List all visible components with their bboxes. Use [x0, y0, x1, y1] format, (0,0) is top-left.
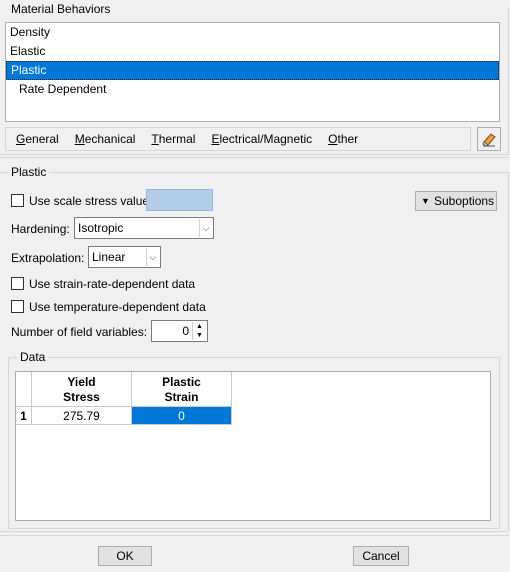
plastic-title: Plastic — [8, 165, 50, 179]
row-header-corner — [16, 372, 32, 407]
ok-button[interactable]: OK — [98, 546, 152, 566]
column-header-yield-stress[interactable]: Yield Stress — [32, 372, 132, 407]
list-item-elastic[interactable]: Elastic — [6, 42, 499, 61]
hardening-label: Hardening: — [11, 222, 70, 236]
cancel-button[interactable]: Cancel — [353, 546, 409, 566]
field-variables-stepper[interactable]: 0 ▲ ▼ — [151, 320, 208, 342]
eraser-icon — [482, 133, 496, 147]
extrapolation-label: Extrapolation: — [11, 251, 85, 265]
cell-yield-stress[interactable]: 275.79 — [32, 407, 132, 425]
chevron-down-icon: ⌵ — [146, 248, 159, 266]
separator-top — [0, 157, 510, 158]
triangle-down-icon: ▼ — [421, 196, 430, 206]
data-title: Data — [17, 350, 49, 364]
hardening-select[interactable]: Isotropic ⌵ — [74, 217, 214, 239]
list-item-density[interactable]: Density — [6, 23, 499, 42]
chevron-down-icon: ⌵ — [199, 219, 212, 237]
spin-down-icon[interactable]: ▼ — [192, 331, 206, 340]
menu-electrical-magnetic[interactable]: Electrical/Magnetic — [211, 128, 312, 150]
strain-rate-label: Use strain-rate-dependent data — [29, 277, 196, 291]
row-index: 1 — [16, 407, 32, 425]
suboptions-button[interactable]: ▼ Suboptions — [415, 191, 497, 211]
material-behaviors-title: Material Behaviors — [8, 2, 114, 16]
separator-bottom — [0, 535, 510, 536]
strain-rate-checkbox[interactable] — [11, 277, 24, 290]
spin-up-icon[interactable]: ▲ — [192, 322, 206, 331]
list-item-plastic[interactable]: Plastic — [6, 61, 499, 80]
scale-stress-input — [146, 189, 213, 211]
column-header-plastic-strain[interactable]: Plastic Strain — [132, 372, 232, 407]
use-scale-stress-label: Use scale stress value: — [29, 194, 153, 208]
material-behaviors-list[interactable]: Density Elastic Plastic Rate Dependent — [5, 22, 500, 122]
list-item-rate-dependent[interactable]: Rate Dependent — [6, 80, 499, 99]
temperature-label: Use temperature-dependent data — [29, 300, 206, 314]
menu-general[interactable]: General — [16, 128, 59, 150]
menu-other[interactable]: Other — [328, 128, 358, 150]
use-scale-stress-checkbox[interactable] — [11, 194, 24, 207]
menu-thermal[interactable]: Thermal — [151, 128, 195, 150]
field-variables-label: Number of field variables: — [11, 325, 148, 339]
extrapolation-select[interactable]: Linear ⌵ — [88, 246, 161, 268]
behavior-menubar: General Mechanical Thermal Electrical/Ma… — [5, 127, 471, 151]
delete-behavior-button[interactable] — [477, 127, 501, 151]
menu-mechanical[interactable]: Mechanical — [75, 128, 136, 150]
temperature-checkbox[interactable] — [11, 300, 24, 313]
cell-plastic-strain[interactable]: 0 — [132, 407, 232, 425]
data-table[interactable]: Yield Stress Plastic Strain 1 275.79 0 — [15, 371, 491, 521]
